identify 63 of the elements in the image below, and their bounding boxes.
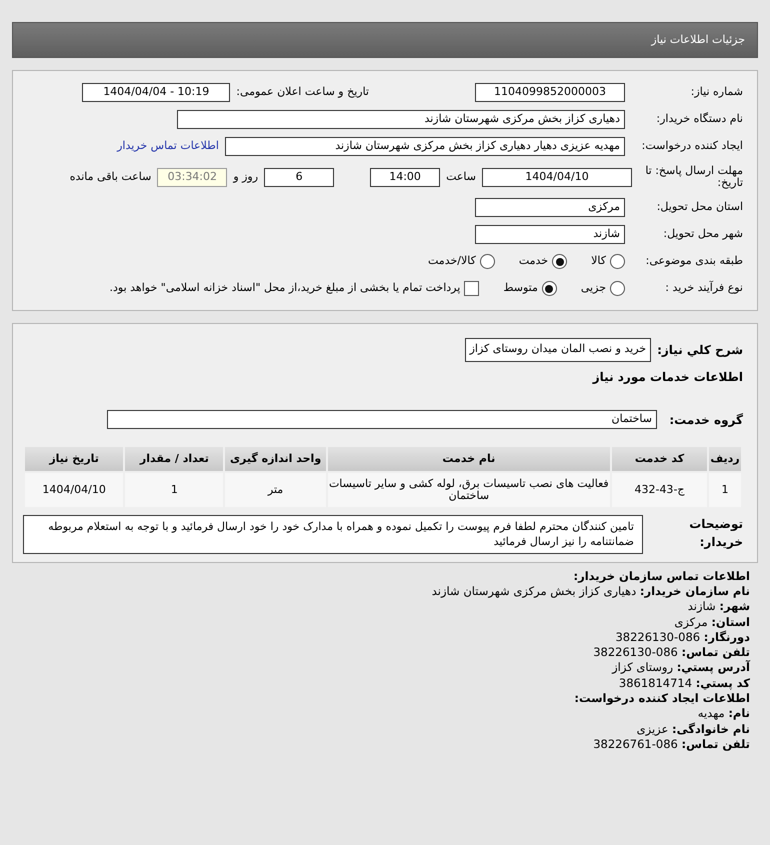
field-label: نوع فرآیند خرید : — [664, 280, 743, 296]
radio-icon[interactable] — [552, 254, 568, 269]
province-field[interactable]: مرکزی — [475, 198, 625, 217]
contact-link[interactable]: اطلاعات تماس خریدار — [117, 138, 219, 155]
checkbox-option[interactable]: پرداخت تمام یا بخشی از مبلغ خرید،از محل "اسناد خزانه اسلامی" خواهد بود. — [110, 280, 480, 297]
radio-icon[interactable] — [542, 281, 557, 296]
field-label: روز و — [233, 168, 258, 185]
field-label: مهلت ارسال پاسخ: تا تاریخ: — [644, 164, 743, 190]
contact-line: شهر: شازند — [686, 599, 750, 615]
field-label: شماره نیاز: — [690, 84, 743, 100]
column-header: ردیف — [708, 446, 742, 472]
section-title: اطلاعات خدمات مورد نیاز — [592, 368, 743, 386]
radio-option[interactable]: متوسط — [503, 280, 557, 297]
field-label: توضیحات خریدار: — [688, 516, 743, 551]
contact-line: نام خانوادگی: عزیزی — [636, 722, 750, 737]
creator-field[interactable]: مهدیه عزیزی دهیار دهیاری کزاز بخش مرکزی شهرستان شازند — [225, 137, 625, 156]
days-field[interactable]: 6 — [264, 168, 334, 186]
table-cell: 1 — [124, 472, 224, 508]
radio-option[interactable]: خدمت — [518, 253, 568, 270]
column-header: نام خدمت — [326, 446, 611, 472]
column-header: تعداد / مقدار — [124, 446, 224, 472]
radio-icon[interactable] — [610, 254, 625, 269]
checkbox[interactable] — [464, 281, 480, 296]
column-header: تاریخ نیاز — [24, 446, 124, 472]
column-header: واحد اندازه گیری — [224, 446, 327, 472]
buyer-field[interactable]: دهیاری کزاز بخش مرکزی شهرستان شازند — [177, 110, 625, 129]
field-label: شهر محل تحویل: — [662, 226, 743, 242]
table-cell: ج-43-432 — [610, 472, 708, 508]
field-label: تاریخ و ساعت اعلان عمومی: — [236, 84, 369, 100]
contact-line: نام سازمان خریدار: دهیاری کزاز بخش مرکزی شهرستان شازند — [430, 584, 750, 600]
radio-icon[interactable] — [610, 281, 625, 296]
table-cell: 1 — [708, 472, 742, 508]
field-label: ساعت — [446, 168, 476, 185]
notes-field: تامین کنندگان محترم لطفا فرم پیوست را تکمیل نموده و همراه با مدارک خود را خود ارسال فرمائید و با توجه به استعلام مربوطه ضمانتنامه را نیز ارسال فرمائید — [23, 515, 643, 554]
table-cell: متر — [224, 472, 327, 508]
contact-line: نام: مهدیه — [696, 706, 750, 722]
field-label: استان محل تحویل: — [656, 199, 743, 216]
field-label: طبقه بندی موضوعی: — [644, 253, 743, 270]
date-field[interactable]: 1404/04/10 — [482, 168, 632, 186]
field-label: ایجاد کننده درخواست: — [640, 138, 743, 154]
radio-option[interactable]: جزیی — [580, 280, 625, 297]
city-field[interactable]: شازند — [475, 225, 625, 244]
contact-heading: اطلاعات ایجاد کننده درخواست: — [573, 691, 750, 706]
radio-option[interactable]: کالا — [591, 253, 625, 270]
contact-line: آدرس پستي: روستای کزاز — [610, 660, 750, 676]
contact-heading: اطلاعات تماس سازمان خریدار: — [572, 568, 750, 584]
service-group-field[interactable]: ساختمان — [107, 410, 657, 429]
time-field[interactable]: 14:00 — [370, 168, 440, 186]
need-number-field[interactable]: 1104099852000003 — [475, 83, 625, 102]
table-cell: فعالیت های نصب تاسیسات برق، لوله کشی و سایر تاسیسات ساختمان — [326, 472, 611, 508]
column-header: کد خدمت — [610, 446, 708, 472]
page-title: جزئیات اطلاعات نیاز — [651, 32, 745, 48]
radio-icon[interactable] — [480, 254, 495, 269]
contact-line: استان: مرکزی — [673, 614, 750, 630]
field-label: نام دستگاه خریدار: — [655, 111, 743, 128]
remaining-time-field[interactable]: 03:34:02 — [157, 168, 228, 186]
field-label: ساعت باقی مانده — [70, 168, 152, 185]
radio-option[interactable]: کالا/خدمت — [428, 253, 495, 270]
field-label: شرح کلي نياز: — [657, 342, 743, 358]
field-label: گروه خدمت: — [668, 412, 743, 428]
summary-field[interactable]: خرید و نصب المان میدان روستای کزاز — [464, 338, 652, 362]
table-cell: 1404/04/10 — [24, 472, 124, 508]
announce-date-field[interactable]: 1404/04/04 - 10:19 — [82, 83, 230, 102]
